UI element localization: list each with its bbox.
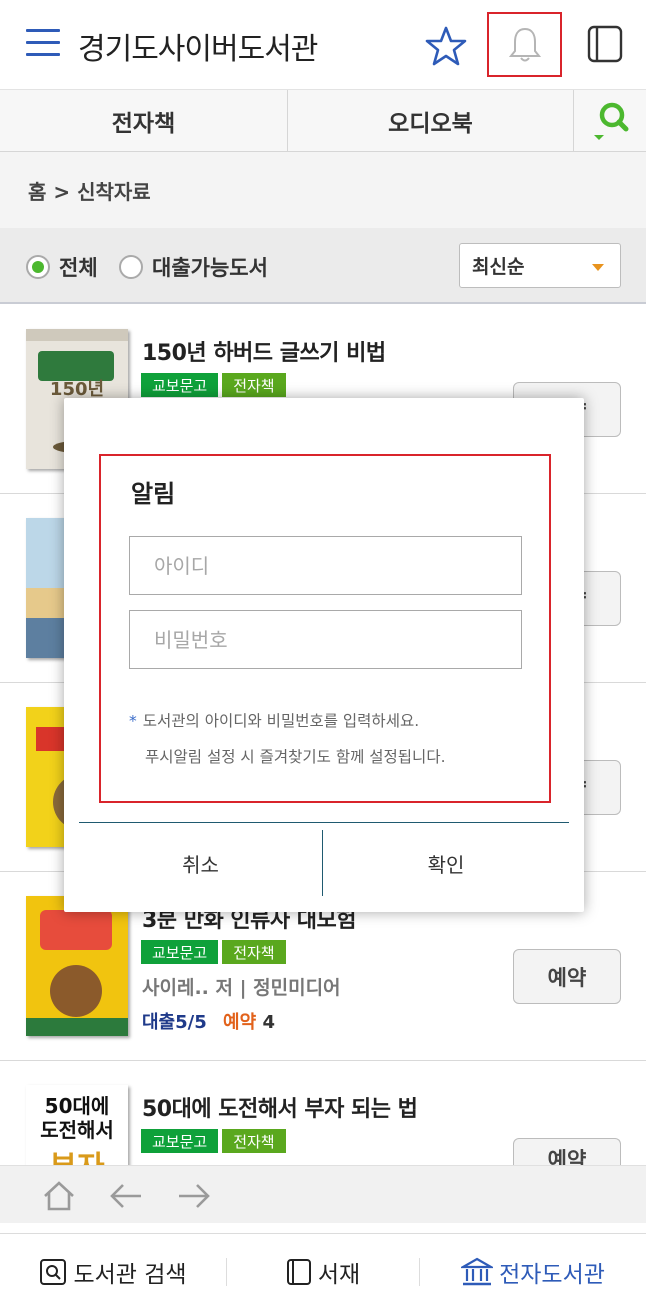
book-cover[interactable] bbox=[26, 896, 128, 1036]
breadcrumb: 홈 > 신착자료 bbox=[0, 152, 646, 228]
reserve-count: 4 bbox=[262, 1012, 275, 1033]
nav-label: 서재 bbox=[317, 1261, 361, 1288]
radio-label: 대출가능도서 bbox=[152, 256, 268, 280]
radio-label: 전체 bbox=[59, 256, 98, 280]
book-icon[interactable] bbox=[586, 24, 624, 64]
hint-text: * 도서관의 아이디와 비밀번호를 입력하세요. bbox=[129, 709, 419, 731]
reserve-button[interactable]: 예약 bbox=[513, 1138, 621, 1165]
password-input[interactable] bbox=[129, 610, 522, 669]
svg-text:150년: 150년 bbox=[50, 379, 104, 400]
notification-login-dialog: 알림 * 도서관의 아이디와 비밀번호를 입력하세요. 푸시알림 설정 시 즐겨찾… bbox=[64, 398, 584, 912]
nav-e-library[interactable]: 전자도서관 bbox=[420, 1255, 646, 1289]
nav-bookshelf[interactable]: 서재 bbox=[227, 1255, 419, 1289]
nav-label: 도서관 검색 bbox=[73, 1261, 187, 1288]
sort-value: 최신순 bbox=[472, 256, 525, 278]
list-item[interactable]: 50대에 도전해서 부자 50대에 도전해서 부자 되는 법 교보문고 전자책 … bbox=[0, 1061, 646, 1165]
loan-status: 대출5/5 예약 4 bbox=[142, 1008, 275, 1034]
divider bbox=[79, 822, 569, 823]
reserve-button[interactable]: 예약 bbox=[513, 949, 621, 1004]
publisher-badge: 교보문고 bbox=[141, 940, 219, 964]
radio-unselected-icon bbox=[119, 255, 143, 279]
hint-marker: * bbox=[129, 712, 137, 730]
search-button[interactable] bbox=[574, 90, 646, 152]
book-author: 사이레.. 저 | 정민미디어 bbox=[142, 977, 341, 999]
search-book-icon bbox=[40, 1258, 67, 1285]
publisher-badge: 교보문고 bbox=[141, 1129, 219, 1153]
radio-all[interactable]: 전체 bbox=[26, 252, 98, 282]
library-icon bbox=[461, 1257, 494, 1285]
radio-selected-icon bbox=[26, 255, 50, 279]
notification-button[interactable] bbox=[487, 12, 562, 77]
tab-audiobook[interactable]: 오디오북 bbox=[288, 90, 574, 152]
sort-select[interactable]: 최신순 bbox=[459, 243, 621, 288]
app-header: 경기도사이버도서관 bbox=[0, 0, 646, 90]
dropdown-caret-icon bbox=[592, 264, 604, 271]
book-title[interactable]: 50대에 도전해서 부자 되는 법 bbox=[142, 1091, 418, 1123]
confirm-button[interactable]: 확인 bbox=[323, 830, 569, 896]
hamburger-menu-icon[interactable] bbox=[26, 29, 60, 57]
book-cover[interactable]: 50대에 도전해서 부자 bbox=[26, 1085, 128, 1165]
home-icon[interactable] bbox=[42, 1180, 76, 1212]
back-arrow-icon[interactable] bbox=[108, 1180, 144, 1212]
reserve-label: 예약 bbox=[223, 1012, 257, 1033]
hint-line: 푸시알림 설정 시 즐겨찾기도 함께 설정됩니다. bbox=[145, 748, 446, 766]
book-title[interactable]: 150년 하버드 글쓰기 비법 bbox=[142, 335, 386, 367]
browser-nav bbox=[0, 1165, 646, 1223]
format-badge: 전자책 bbox=[222, 373, 286, 397]
svg-text:부자: 부자 bbox=[49, 1150, 105, 1165]
bottom-navigation: 도서관 검색 서재 전자도서관 bbox=[0, 1233, 646, 1309]
loan-label: 대출 bbox=[142, 1012, 176, 1033]
bell-icon bbox=[508, 27, 541, 61]
search-icon bbox=[594, 102, 629, 140]
app-title: 경기도사이버도서관 bbox=[78, 32, 318, 67]
dialog-content: 알림 * 도서관의 아이디와 비밀번호를 입력하세요. 푸시알림 설정 시 즐겨찾… bbox=[99, 454, 551, 803]
publisher-badge: 교보문고 bbox=[141, 373, 219, 397]
star-icon[interactable] bbox=[424, 24, 468, 68]
format-badge: 전자책 bbox=[222, 940, 286, 964]
content-tabs: 전자책 오디오북 bbox=[0, 90, 646, 152]
id-input[interactable] bbox=[129, 536, 522, 595]
nav-library-search[interactable]: 도서관 검색 bbox=[0, 1255, 226, 1289]
svg-text:도전해서: 도전해서 bbox=[40, 1118, 114, 1142]
tab-ebook[interactable]: 전자책 bbox=[0, 90, 288, 152]
svg-text:50대에: 50대에 bbox=[45, 1094, 110, 1118]
dialog-title: 알림 bbox=[131, 480, 176, 508]
forward-arrow-icon[interactable] bbox=[176, 1180, 212, 1212]
hint-line: 도서관의 아이디와 비밀번호를 입력하세요. bbox=[142, 712, 420, 730]
cancel-button[interactable]: 취소 bbox=[79, 830, 322, 896]
format-badge: 전자책 bbox=[222, 1129, 286, 1153]
book-icon bbox=[286, 1258, 311, 1285]
nav-label: 전자도서관 bbox=[499, 1261, 605, 1288]
filter-bar: 전체 대출가능도서 최신순 bbox=[0, 228, 646, 304]
radio-available[interactable]: 대출가능도서 bbox=[119, 252, 268, 282]
loan-count: 5/5 bbox=[175, 1012, 207, 1033]
